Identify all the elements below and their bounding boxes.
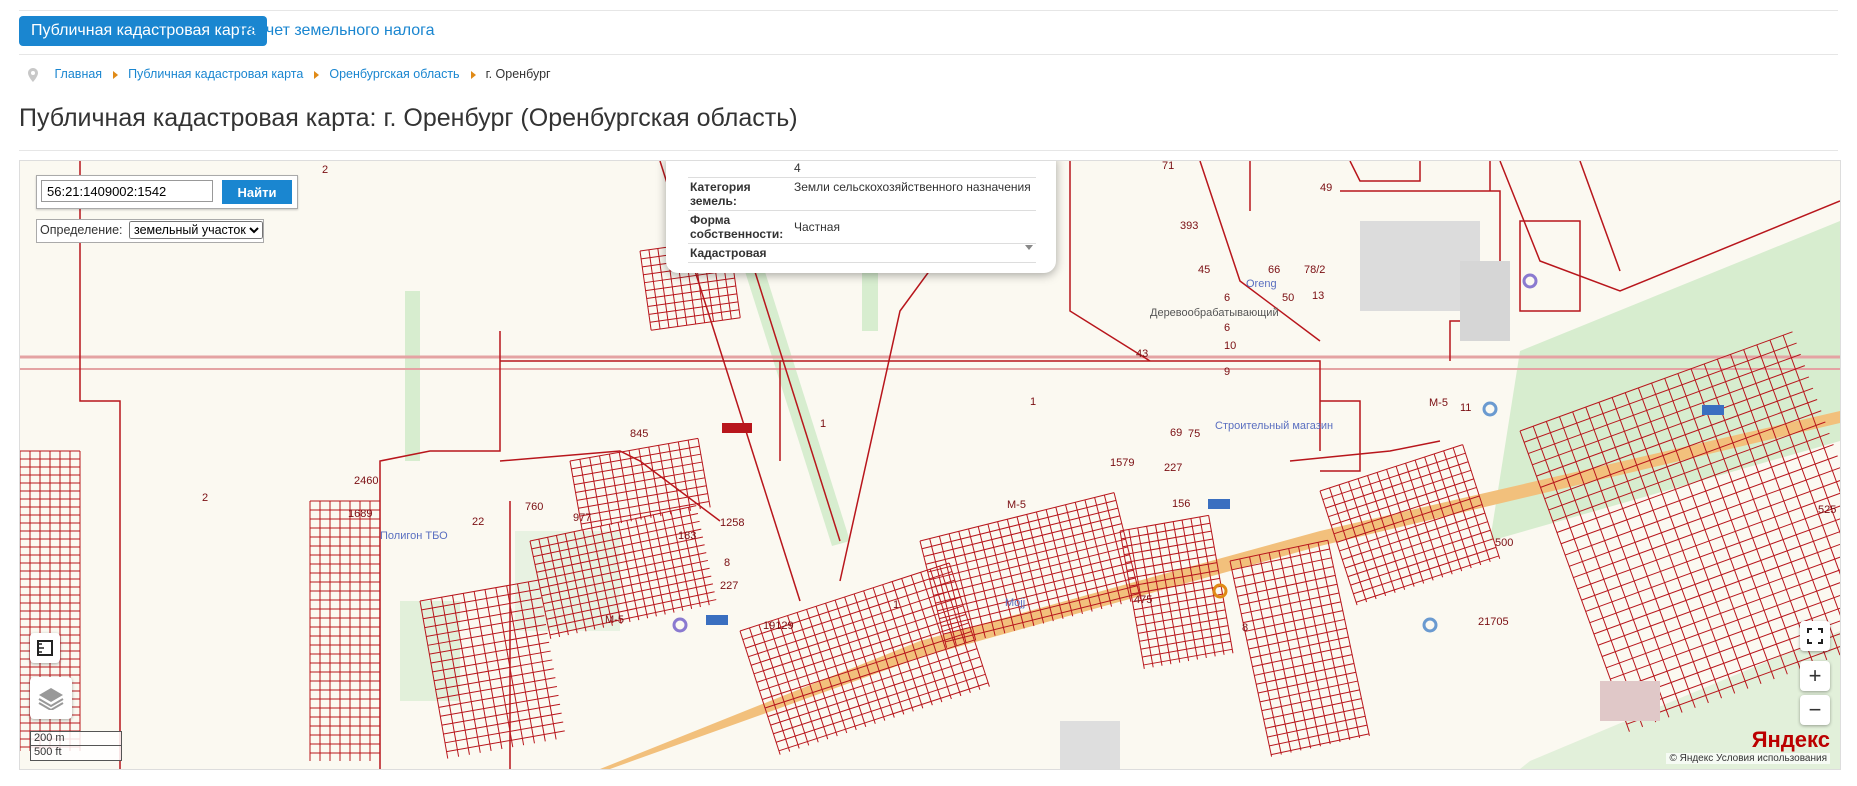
table-row: 4: [688, 161, 1036, 178]
parcel-number-label: 1: [1030, 396, 1036, 408]
parcel-number-label: 75: [1188, 428, 1200, 440]
row-key: Форма собственности:: [688, 210, 792, 244]
top-divider: [19, 10, 1838, 11]
parcel-number-label: 9: [1224, 366, 1230, 378]
poi-label: Oreng: [1246, 278, 1277, 290]
parcel-number-label: 2460: [354, 475, 378, 487]
map-copyright[interactable]: © Яндекс Условия использования: [1666, 753, 1830, 764]
parcel-number-label: 1579: [1110, 457, 1134, 469]
parcel-number-label: 43: [1136, 348, 1148, 360]
cadastral-map[interactable]: 2 71 49 393 45 66 78/2 50 6 6 13 10 9 43 1 75 69 1579 227 1…: [19, 160, 1841, 770]
parcel-number-label: 19129: [763, 620, 794, 632]
parcel-number-label: 2: [322, 164, 328, 176]
table-row: Форма собственности: Частная: [688, 210, 1036, 244]
fullscreen-icon: [1807, 628, 1823, 644]
title-divider: [19, 150, 1838, 151]
parcel-number-label: 66: [1268, 264, 1280, 276]
top-value: 4: [792, 161, 1036, 178]
poi-label: Mojj: [1005, 597, 1025, 609]
parcel-number-label: 71: [1162, 161, 1174, 172]
parcel-number-label: 500: [1495, 537, 1513, 549]
breadcrumb-map[interactable]: Публичная кадастровая карта: [128, 67, 303, 81]
breadcrumb-separator-icon: [470, 70, 476, 79]
row-key: Кадастровая: [688, 243, 792, 263]
zoom-in-button[interactable]: +: [1800, 661, 1830, 691]
cadastral-number-input[interactable]: [41, 180, 213, 202]
main-tabs: Публичная кадастровая карта Расчет земел…: [19, 16, 1838, 55]
parcel-number-label: 475: [1134, 594, 1152, 606]
find-button[interactable]: Найти: [222, 180, 292, 204]
parcel-info-popup: 4 Категория земель: Земли сельскохозяйств…: [666, 161, 1056, 273]
parcel-number-label: 22: [472, 516, 484, 528]
parcel-number-label: 845: [630, 428, 648, 440]
breadcrumb-current: г. Оренбург: [485, 67, 551, 81]
tab-land-tax[interactable]: Расчет земельного налога: [227, 16, 447, 46]
parcel-number-label: 1: [893, 599, 899, 611]
scale-imperial: 500 ft: [34, 746, 62, 758]
poi-label: Полигон ТБО: [380, 530, 448, 542]
row-value: [792, 243, 1036, 263]
parcel-number-label: 69: [1170, 427, 1182, 439]
poi-label: Деревообрабатывающий: [1150, 307, 1279, 319]
parcel-number-label: 21705: [1478, 616, 1509, 628]
zoom-out-button[interactable]: −: [1800, 695, 1830, 725]
breadcrumb-separator-icon: [314, 70, 320, 79]
layers-button[interactable]: [30, 677, 72, 719]
map-scale: 200 m 500 ft: [30, 731, 122, 761]
parcel-number-label: 13: [1312, 290, 1324, 302]
parcel-number-label: 8: [1242, 622, 1248, 634]
ruler-icon: [37, 640, 53, 656]
poi-label: Строительный магазин: [1215, 420, 1333, 432]
parcel-number-label: 45: [1198, 264, 1210, 276]
parcel-number-label: M-5: [1429, 397, 1448, 409]
parcel-number-label: 8: [724, 557, 730, 569]
parcel-number-label: 156: [1172, 498, 1190, 510]
row-key: Категория земель:: [688, 177, 792, 211]
breadcrumb: Главная Публичная кадастровая карта Оренбу…: [28, 64, 551, 84]
parcel-number-label: 6: [1224, 292, 1230, 304]
parcel-number-label: 760: [525, 501, 543, 513]
definition-label: Определение:: [40, 223, 123, 237]
parcel-info-table: 4 Категория земель: Земли сельскохозяйств…: [688, 161, 1036, 263]
parcel-number-label: 50: [1282, 292, 1294, 304]
row-value: Земли сельскохозяйственного назначения: [792, 177, 1036, 211]
parcel-number-label: 49: [1320, 182, 1332, 194]
breadcrumb-region[interactable]: Оренбургская область: [329, 67, 459, 81]
definition-select[interactable]: земельный участок: [129, 221, 263, 239]
page-title: Публичная кадастровая карта: г. Оренбург…: [19, 104, 798, 132]
breadcrumb-home[interactable]: Главная: [54, 67, 102, 81]
yandex-logo: Яндекс: [1751, 727, 1830, 752]
layers-icon: [38, 688, 64, 710]
parcel-number-label: 977: [573, 512, 591, 524]
ruler-button[interactable]: [30, 633, 60, 663]
parcel-number-label: 1689: [348, 508, 372, 520]
table-row: Кадастровая: [688, 243, 1036, 263]
definition-row: Определение: земельный участок: [36, 219, 264, 243]
fullscreen-button[interactable]: [1800, 621, 1830, 651]
parcel-number-label: 11: [1460, 402, 1471, 414]
search-box: Найти: [36, 175, 298, 209]
parcel-number-label: 227: [1164, 462, 1182, 474]
row-value: Частная: [792, 210, 1036, 244]
parcel-number-label: 183: [678, 530, 696, 542]
parcel-number-label: 227: [720, 580, 738, 592]
breadcrumb-separator-icon: [113, 70, 119, 79]
scale-metric: 200 m: [31, 732, 121, 746]
parcel-number-label: 393: [1180, 220, 1198, 232]
location-pin-icon: [28, 67, 38, 82]
parcel-number-label: M-5: [1007, 499, 1026, 511]
parcel-number-label: 525: [1818, 504, 1836, 516]
parcel-number-label: M-5: [605, 614, 624, 626]
parcel-number-label: 2: [202, 492, 208, 504]
parcel-number-label: 10: [1224, 340, 1236, 352]
parcel-number-label: 1258: [720, 517, 744, 529]
scroll-down-icon[interactable]: [1024, 161, 1034, 261]
parcel-number-label: 6: [1224, 322, 1230, 334]
parcel-number-label: 78/2: [1304, 264, 1325, 276]
table-row: Категория земель: Земли сельскохозяйствен…: [688, 177, 1036, 211]
parcel-number-label: 1: [820, 418, 826, 430]
